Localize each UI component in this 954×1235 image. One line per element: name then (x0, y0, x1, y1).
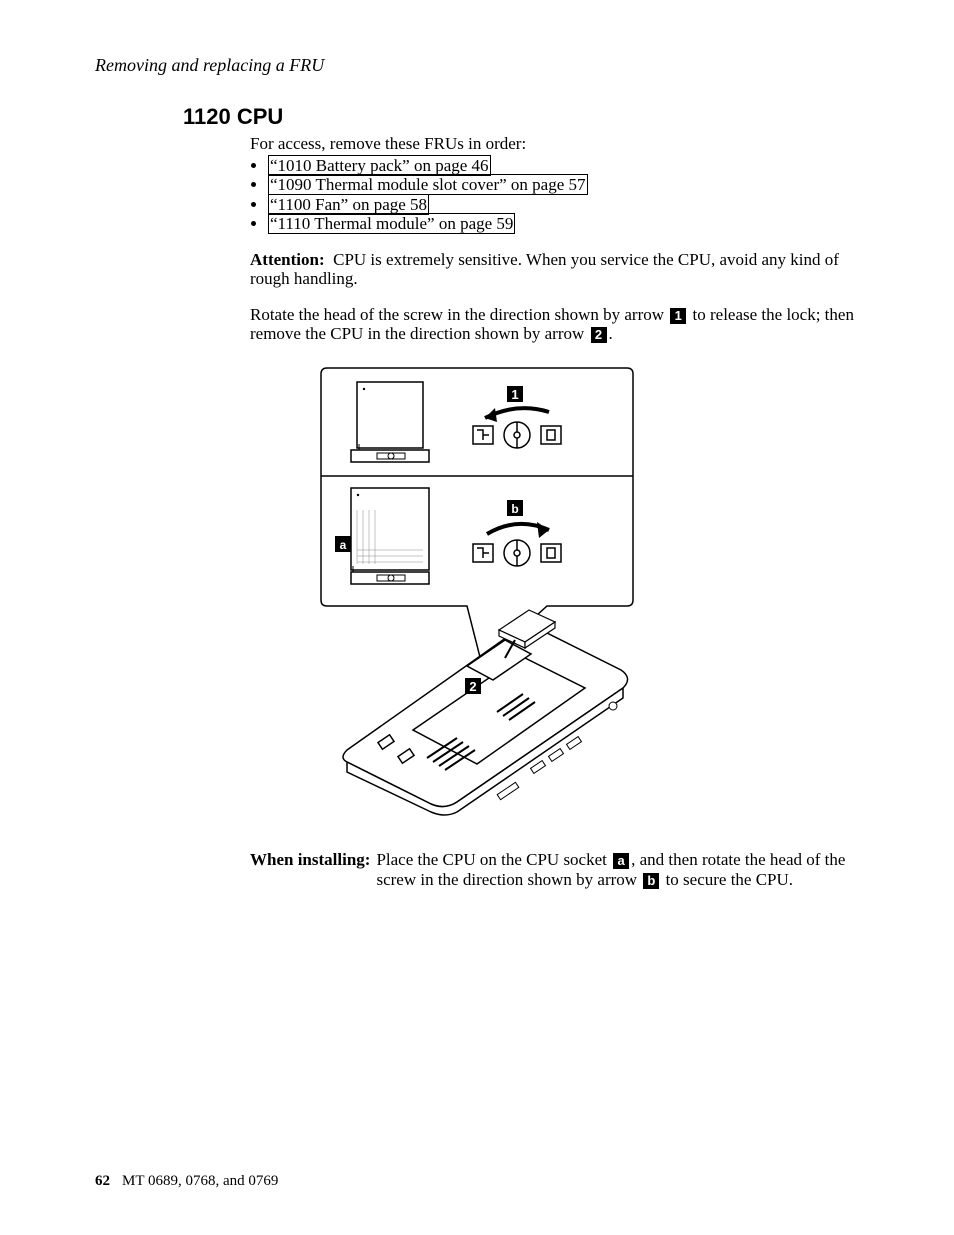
install-label: When installing: (250, 850, 370, 890)
fru-prereq-list: “1010 Battery pack” on page 46 “1090 The… (250, 156, 859, 234)
svg-text:1: 1 (511, 387, 518, 402)
list-item: “1100 Fan” on page 58 (268, 195, 859, 215)
instruction-paragraph: Rotate the head of the screw in the dire… (250, 305, 859, 344)
intro-text: For access, remove these FRUs in order: (250, 134, 859, 154)
footer-text: MT 0689, 0768, and 0769 (122, 1173, 278, 1189)
callout-a-icon: a (613, 853, 629, 869)
text-fragment: . (609, 324, 613, 343)
list-item: “1090 Thermal module slot cover” on page… (268, 175, 859, 195)
callout-2-icon: 2 (591, 327, 607, 343)
svg-text:a: a (340, 538, 347, 552)
page-footer: 62 MT 0689, 0768, and 0769 (95, 1173, 278, 1190)
attention-paragraph: Attention: CPU is extremely sensitive. W… (250, 250, 859, 289)
svg-text:2: 2 (469, 679, 476, 694)
text-fragment: Place the CPU on the CPU socket (376, 850, 611, 869)
callout-1-icon: 1 (670, 308, 686, 324)
install-text: Place the CPU on the CPU socket a, and t… (376, 850, 859, 890)
cross-ref-link[interactable]: “1100 Fan” on page 58 (268, 194, 429, 215)
cross-ref-link[interactable]: “1010 Battery pack” on page 46 (268, 155, 491, 176)
cross-ref-link[interactable]: “1090 Thermal module slot cover” on page… (268, 174, 588, 195)
section-heading: 1120 CPU (183, 104, 859, 130)
page-number: 62 (95, 1173, 110, 1189)
cpu-diagram: 1 (317, 360, 637, 820)
list-item: “1110 Thermal module” on page 59 (268, 214, 859, 234)
list-item: “1010 Battery pack” on page 46 (268, 156, 859, 176)
text-fragment: to secure the CPU. (661, 870, 793, 889)
attention-text: CPU is extremely sensitive. When you ser… (250, 250, 839, 289)
cross-ref-link[interactable]: “1110 Thermal module” on page 59 (268, 213, 515, 234)
svg-text:b: b (511, 502, 518, 516)
callout-b-icon: b (643, 873, 659, 889)
install-note: When installing: Place the CPU on the CP… (250, 850, 859, 890)
attention-label: Attention: (250, 250, 325, 269)
text-fragment: Rotate the head of the screw in the dire… (250, 305, 668, 324)
running-header: Removing and replacing a FRU (95, 55, 859, 76)
